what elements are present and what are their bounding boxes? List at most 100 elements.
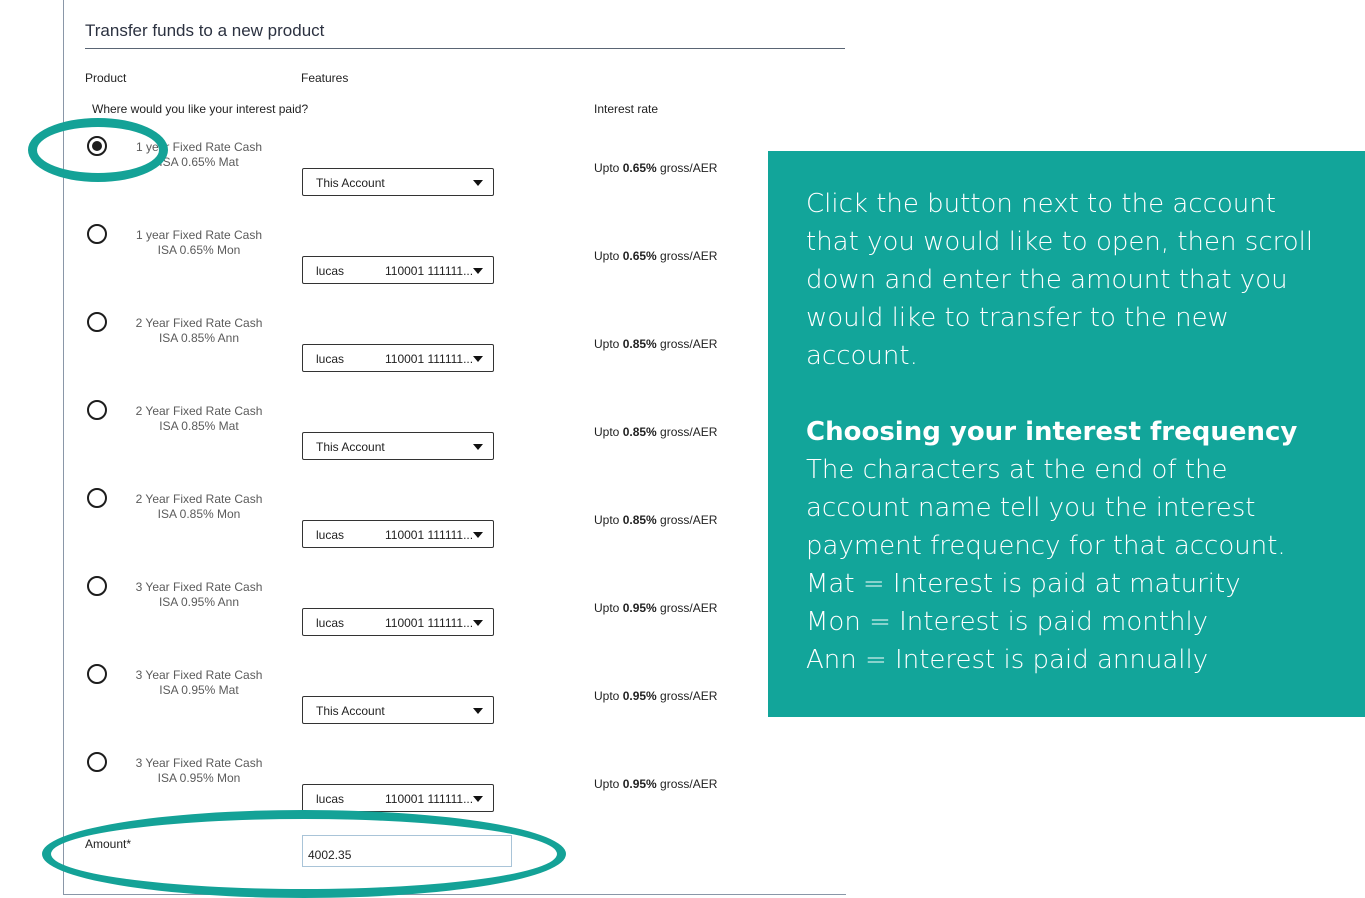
rate-prefix: Upto — [594, 337, 623, 351]
product-name-line1: 1 year Fixed Rate Cash — [135, 228, 263, 242]
rate-value: 0.65% — [622, 161, 657, 175]
product-name-line2: ISA 0.95% Ann — [158, 595, 240, 609]
interest-destination-select[interactable]: This Account — [302, 432, 494, 460]
product-radio-7[interactable] — [87, 664, 107, 684]
product-radio-3[interactable] — [87, 312, 107, 332]
interest-destination-select[interactable]: lucas 110001 111111... — [302, 256, 494, 284]
select-value: lucas — [316, 528, 345, 542]
product-radio-2[interactable] — [87, 224, 107, 244]
rate-prefix: Upto — [594, 161, 623, 175]
rate-prefix: Upto — [594, 249, 623, 263]
select-account-number: 110001 111111... — [385, 528, 474, 542]
select-value: lucas — [316, 616, 345, 630]
callout-spacer — [806, 375, 1335, 413]
product-name-line2: ISA 0.95% Mat — [159, 683, 239, 697]
interest-rate: Upto 0.95% gross/AER — [594, 689, 717, 703]
product-name: 2 Year Fixed Rate Cash ISA 0.85% Ann — [119, 316, 279, 346]
interest-paid-question: Where would you like your interest paid? — [92, 102, 309, 116]
product-name: 3 Year Fixed Rate Cash ISA 0.95% Mon — [119, 756, 279, 786]
product-name-line2: ISA 0.65% Mon — [157, 243, 241, 257]
product-name-line1: 3 Year Fixed Rate Cash — [135, 668, 263, 682]
chevron-down-icon — [473, 620, 483, 626]
rate-suffix: gross/AER — [656, 689, 718, 703]
rate-suffix: gross/AER — [656, 249, 718, 263]
callout-heading: Choosing your interest frequency — [806, 417, 1298, 447]
select-account-number: 110001 111111... — [385, 264, 474, 278]
rate-suffix: gross/AER — [656, 337, 718, 351]
product-name-line1: 3 Year Fixed Rate Cash — [135, 756, 263, 770]
interest-destination-select[interactable]: This Account — [302, 168, 494, 196]
product-name-line1: 2 Year Fixed Rate Cash — [135, 404, 263, 418]
rate-suffix: gross/AER — [656, 425, 718, 439]
interest-destination-select[interactable]: lucas 110001 111111... — [302, 784, 494, 812]
product-name-line1: 1 year Fixed Rate Cash — [135, 140, 263, 154]
amount-input[interactable] — [302, 835, 512, 867]
product-name-line2: ISA 0.95% Mon — [157, 771, 241, 785]
select-account-number: 110001 111111... — [385, 352, 474, 366]
product-name: 3 Year Fixed Rate Cash ISA 0.95% Mat — [119, 668, 279, 698]
callout-intro: Click the button next to the account tha… — [806, 189, 1314, 371]
rate-value: 0.85% — [622, 425, 657, 439]
rate-suffix: gross/AER — [656, 777, 718, 791]
product-name-line2: ISA 0.85% Ann — [158, 331, 240, 345]
column-header-interest-rate: Interest rate — [594, 102, 659, 116]
chevron-down-icon — [473, 268, 483, 274]
rate-value: 0.95% — [622, 601, 657, 615]
interest-destination-select[interactable]: This Account — [302, 696, 494, 724]
product-name: 2 Year Fixed Rate Cash ISA 0.85% Mon — [119, 492, 279, 522]
product-name: 3 Year Fixed Rate Cash ISA 0.95% Ann — [119, 580, 279, 610]
rate-prefix: Upto — [594, 425, 623, 439]
chevron-down-icon — [473, 180, 483, 186]
interest-rate: Upto 0.85% gross/AER — [594, 425, 717, 439]
select-account-number: 110001 111111... — [385, 616, 474, 630]
product-radio-4[interactable] — [87, 400, 107, 420]
interest-rate: Upto 0.65% gross/AER — [594, 249, 717, 263]
chevron-down-icon — [473, 796, 483, 802]
interest-destination-select[interactable]: lucas 110001 111111... — [302, 608, 494, 636]
rate-value: 0.65% — [622, 249, 657, 263]
rate-suffix: gross/AER — [656, 161, 718, 175]
product-name-line2: ISA 0.85% Mon — [157, 507, 241, 521]
chevron-down-icon — [473, 532, 483, 538]
rate-prefix: Upto — [594, 689, 623, 703]
select-value: lucas — [316, 264, 345, 278]
interest-rate: Upto 0.65% gross/AER — [594, 161, 717, 175]
interest-destination-select[interactable]: lucas 110001 111111... — [302, 520, 494, 548]
column-header-features: Features — [301, 71, 349, 85]
chevron-down-icon — [473, 444, 483, 450]
product-radio-6[interactable] — [87, 576, 107, 596]
interest-rate: Upto 0.85% gross/AER — [594, 337, 717, 351]
select-value: This Account — [316, 704, 385, 718]
select-account-number: 110001 111111... — [385, 792, 474, 806]
rate-value: 0.95% — [622, 689, 657, 703]
select-value: This Account — [316, 440, 385, 454]
interest-rate: Upto 0.95% gross/AER — [594, 777, 717, 791]
select-value: This Account — [316, 176, 385, 190]
callout-mon: Mon = Interest is paid monthly — [806, 607, 1209, 637]
interest-destination-select[interactable]: lucas 110001 111111... — [302, 344, 494, 372]
select-value: lucas — [316, 792, 345, 806]
product-radio-1[interactable] — [87, 136, 107, 156]
interest-rate: Upto 0.95% gross/AER — [594, 601, 717, 615]
product-name-line2: ISA 0.85% Mat — [159, 419, 239, 433]
callout-mat: Mat = Interest is paid at maturity — [806, 569, 1241, 599]
column-header-product: Product — [85, 71, 127, 85]
product-name-line1: 3 Year Fixed Rate Cash — [135, 580, 263, 594]
product-name: 2 Year Fixed Rate Cash ISA 0.85% Mat — [119, 404, 279, 434]
product-radio-5[interactable] — [87, 488, 107, 508]
rate-suffix: gross/AER — [656, 513, 718, 527]
callout-body: The characters at the end of the account… — [806, 455, 1286, 561]
chevron-down-icon — [473, 356, 483, 362]
interest-rate: Upto 0.85% gross/AER — [594, 513, 717, 527]
rate-prefix: Upto — [594, 601, 623, 615]
amount-label: Amount* — [85, 837, 132, 851]
rate-value: 0.85% — [622, 513, 657, 527]
rate-value: 0.85% — [622, 337, 657, 351]
rate-suffix: gross/AER — [656, 601, 718, 615]
rate-prefix: Upto — [594, 777, 623, 791]
product-radio-8[interactable] — [87, 752, 107, 772]
product-name: 1 year Fixed Rate Cash ISA 0.65% Mon — [119, 228, 279, 258]
rate-value: 0.95% — [622, 777, 657, 791]
select-value: lucas — [316, 352, 345, 366]
page-title: Transfer funds to a new product — [85, 21, 325, 40]
